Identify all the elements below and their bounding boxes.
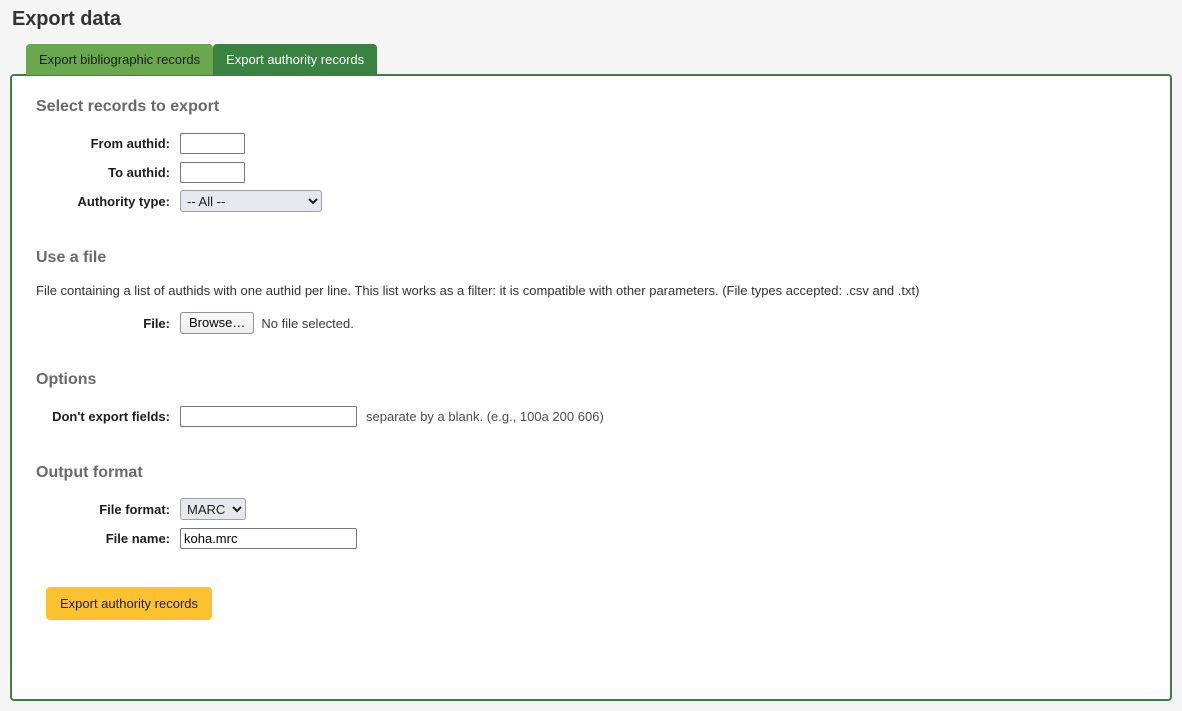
file-name-label: File name:	[105, 530, 170, 546]
authority-type-select[interactable]: -- All --	[180, 190, 322, 212]
tab-list: Export bibliographic records Export auth…	[26, 44, 378, 75]
file-format-select[interactable]: MARC	[180, 498, 246, 520]
dont-export-fields-label: Don't export fields:	[52, 408, 170, 424]
submit-row: Export authority records	[36, 587, 1146, 620]
section-heading-use-a-file: Use a file	[36, 249, 107, 266]
browse-button[interactable]: Browse…	[180, 312, 255, 334]
page-title: Export data	[12, 8, 121, 30]
section-heading-select-records: Select records to export	[36, 98, 220, 115]
export-authority-records-button[interactable]: Export authority records	[46, 587, 213, 620]
section-heading-output-format: Output format	[36, 464, 143, 481]
export-authority-records-panel: Select records to export From authid: To…	[10, 74, 1172, 701]
use-a-file-help-text: File containing a list of authids with o…	[36, 283, 920, 298]
authority-type-label: Authority type:	[77, 193, 170, 209]
section-heading-options: Options	[36, 371, 97, 388]
file-label: File:	[143, 315, 170, 331]
tab-export-bibliographic-records[interactable]: Export bibliographic records	[26, 44, 214, 75]
to-authid-label: To authid:	[108, 164, 170, 180]
row-file: File: Browse… No file selected.	[36, 312, 1146, 334]
row-file-format: File format: MARC	[36, 498, 1146, 520]
from-authid-label: From authid:	[90, 135, 170, 151]
row-dont-export-fields: Don't export fields: separate by a blank…	[36, 405, 1146, 427]
row-from-authid: From authid:	[36, 132, 1146, 154]
file-name-input[interactable]	[180, 527, 357, 549]
from-authid-input[interactable]	[180, 132, 245, 154]
no-file-selected-text: No file selected.	[261, 315, 354, 331]
file-format-label: File format:	[99, 501, 170, 517]
to-authid-input[interactable]	[180, 161, 245, 183]
row-to-authid: To authid:	[36, 161, 1146, 183]
file-input[interactable]: Browse… No file selected.	[180, 312, 354, 334]
dont-export-fields-hint: separate by a blank. (e.g., 100a 200 606…	[366, 408, 604, 424]
row-authority-type: Authority type: -- All --	[36, 190, 1146, 212]
dont-export-fields-input[interactable]	[180, 405, 357, 427]
row-file-name: File name:	[36, 527, 1146, 549]
tab-export-authority-records[interactable]: Export authority records	[213, 44, 378, 75]
